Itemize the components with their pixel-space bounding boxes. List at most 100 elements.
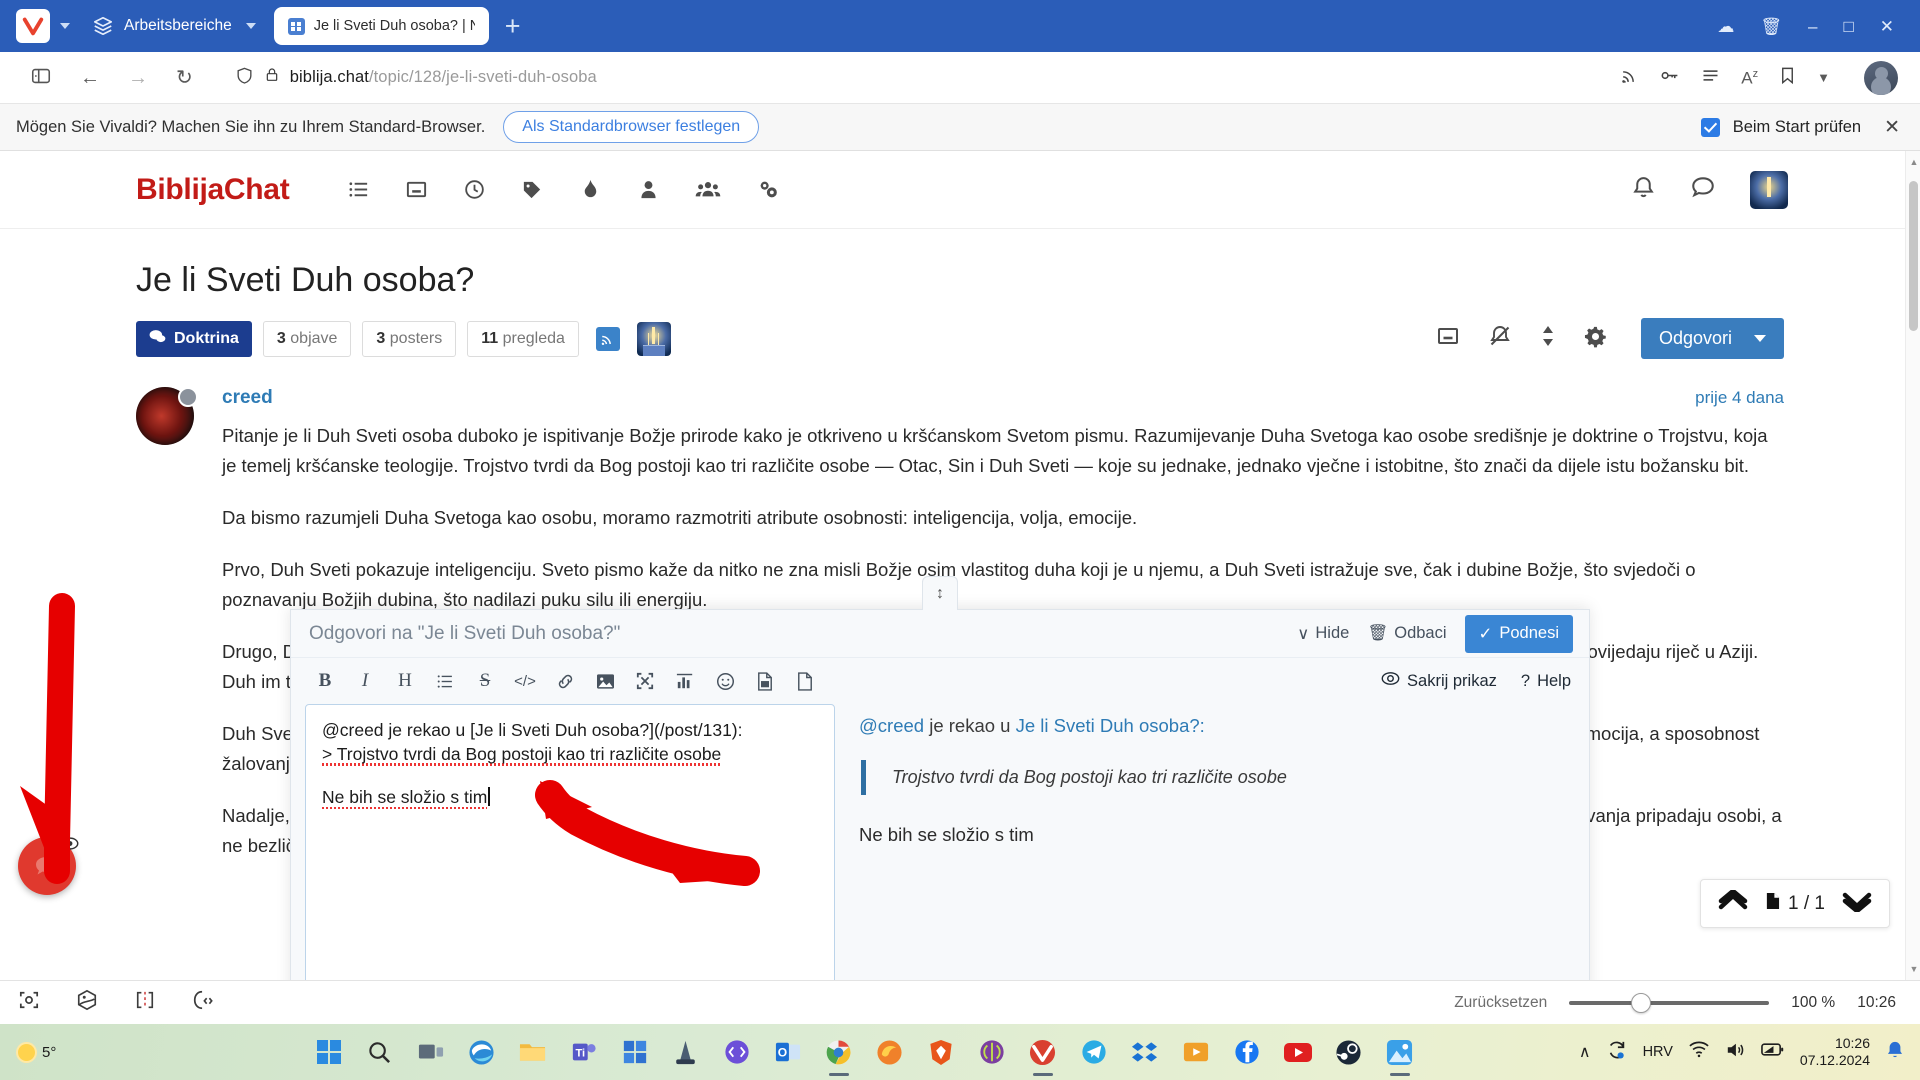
attach-image-icon[interactable] (745, 664, 785, 698)
nav-popular-flame-icon[interactable] (579, 178, 602, 201)
bookmark-icon[interactable] (1778, 66, 1797, 89)
toggle-preview-button[interactable]: Sakrij prikaz (1381, 671, 1497, 691)
back-button[interactable]: ← (80, 68, 100, 88)
translate-icon[interactable]: Az (1741, 68, 1758, 87)
code-icon[interactable]: </> (505, 664, 545, 698)
facebook-icon[interactable] (1230, 1035, 1264, 1069)
nav-user-icon[interactable] (637, 178, 660, 201)
nav-groups-icon[interactable] (695, 178, 721, 201)
notification-bell-icon[interactable] (1886, 1040, 1904, 1065)
trash-icon[interactable]: 🗑 (1760, 18, 1782, 35)
reply-button[interactable]: Odgovori (1640, 318, 1784, 359)
zoom-reset-button[interactable]: Zurücksetzen (1454, 994, 1547, 1012)
new-tab-button[interactable]: + (505, 12, 521, 40)
list-icon[interactable] (425, 664, 465, 698)
tiling-icon[interactable] (134, 990, 156, 1015)
toggle-panel-icon[interactable] (30, 65, 52, 91)
topic-bell-off-icon[interactable] (1488, 324, 1512, 353)
vlc-icon[interactable] (669, 1035, 703, 1069)
media-icon[interactable] (1179, 1035, 1213, 1069)
window-close-button[interactable]: ✕ (1880, 18, 1894, 35)
chat-bubble-icon[interactable] (1690, 174, 1716, 205)
vivaldi-icon[interactable] (1026, 1035, 1060, 1069)
bold-icon[interactable]: B (305, 664, 345, 698)
reply-dropdown-chevron-icon[interactable] (1754, 335, 1766, 342)
user-avatar[interactable] (1750, 170, 1788, 209)
topic-sort-icon[interactable] (1540, 324, 1556, 353)
vivaldi-menu-chevron-icon[interactable] (60, 23, 70, 29)
cloud-sync-icon[interactable]: ☁ (1717, 18, 1734, 35)
wifi-icon[interactable] (1689, 1041, 1709, 1063)
scrollbar-thumb[interactable] (1909, 181, 1918, 331)
floating-action-button[interactable] (18, 837, 79, 895)
infobar-close-button[interactable]: ✕ (1884, 116, 1900, 139)
post-author-avatar[interactable] (136, 387, 198, 445)
set-default-browser-button[interactable]: Als Standardbrowser festlegen (503, 111, 760, 143)
url-bar[interactable]: biblija.chat/topic/128/je-li-sveti-duh-o… (223, 61, 1608, 95)
devtools-icon[interactable] (192, 989, 214, 1016)
weather-widget[interactable]: 5° (0, 1043, 150, 1061)
panel-icon[interactable] (76, 989, 98, 1016)
composer-discard-button[interactable]: 🗑 Odbaci (1367, 624, 1446, 643)
topic-progress-count[interactable]: 1 / 1 (1765, 892, 1825, 916)
bookmark-dropdown-chevron-icon[interactable]: ▼ (1817, 71, 1830, 84)
capture-icon[interactable] (18, 990, 40, 1015)
url-text[interactable]: biblija.chat/topic/128/je-li-sveti-duh-o… (290, 68, 597, 87)
search-icon[interactable] (363, 1035, 397, 1069)
reader-view-icon[interactable] (1700, 65, 1721, 90)
shield-icon[interactable] (235, 66, 254, 90)
link-icon[interactable] (545, 664, 585, 698)
notifications-bell-icon[interactable] (1631, 175, 1656, 205)
workspaces-chevron-icon[interactable] (245, 23, 256, 29)
chevron-down-icon[interactable] (1841, 890, 1873, 917)
composer-hide-button[interactable]: ∨ Hide (1297, 624, 1349, 644)
edge-icon[interactable] (465, 1035, 499, 1069)
emoji-icon[interactable] (705, 664, 745, 698)
nav-tags-icon[interactable] (521, 178, 544, 201)
tray-chevron-up-icon[interactable]: ∧ (1579, 1042, 1591, 1062)
help-button[interactable]: ? Help (1521, 672, 1571, 691)
topic-gear-icon[interactable] (1584, 325, 1607, 353)
heading-icon[interactable]: H (385, 664, 425, 698)
nav-inbox-icon[interactable] (405, 178, 428, 201)
italic-icon[interactable]: I (345, 664, 385, 698)
dropbox-icon[interactable] (1128, 1035, 1162, 1069)
window-maximize-button[interactable]: □ (1843, 18, 1853, 35)
outlook-icon[interactable]: O (771, 1035, 805, 1069)
reload-button[interactable]: ↻ (176, 68, 193, 88)
profile-avatar[interactable] (1864, 60, 1898, 95)
preview-topic-link[interactable]: Je li Sveti Duh osoba?: (1016, 715, 1205, 736)
zoom-slider-knob[interactable] (1631, 992, 1652, 1013)
brave-icon[interactable] (924, 1035, 958, 1069)
steam-icon[interactable] (1332, 1035, 1366, 1069)
firefox-dev-icon[interactable] (720, 1035, 754, 1069)
nav-recent-clock-icon[interactable] (463, 178, 486, 201)
password-manager-icon[interactable] (1659, 65, 1680, 90)
file-explorer-icon[interactable] (516, 1035, 550, 1069)
telegram-icon[interactable] (1077, 1035, 1111, 1069)
composer-submit-button[interactable]: ✓ Podnesi (1464, 614, 1573, 653)
language-indicator[interactable]: HRV (1643, 1044, 1673, 1060)
rss-icon[interactable] (595, 326, 620, 351)
poll-icon[interactable] (665, 664, 705, 698)
forum-brand-logo[interactable]: BiblijaChat (136, 167, 303, 213)
teams-icon[interactable]: Ti (567, 1035, 601, 1069)
workspaces-button[interactable]: Arbeitsbereiche (92, 15, 256, 37)
composer-resize-handle[interactable]: ↕ (922, 576, 958, 610)
composer-textarea[interactable]: @creed je rekao u [Je li Sveti Duh osoba… (305, 704, 835, 980)
scroll-up-arrow-icon[interactable]: ▲ (1910, 157, 1919, 167)
image-icon[interactable] (585, 664, 625, 698)
firefox-icon[interactable] (873, 1035, 907, 1069)
zoom-slider[interactable] (1569, 992, 1770, 1013)
strikethrough-icon[interactable]: S (465, 664, 505, 698)
check-at-startup-checkbox[interactable] (1700, 117, 1720, 137)
photos-icon[interactable] (1383, 1035, 1417, 1069)
topic-inbox-icon[interactable] (1436, 324, 1460, 353)
browser-tab-active[interactable]: Je li Sveti Duh osoba? | Noc (273, 7, 489, 45)
rss-feed-icon[interactable] (1619, 66, 1639, 90)
task-view-icon[interactable] (414, 1035, 448, 1069)
youtube-icon[interactable] (1281, 1035, 1315, 1069)
post-date[interactable]: prije 4 dana (1695, 388, 1784, 408)
nav-categories-icon[interactable] (347, 178, 370, 201)
chrome-icon[interactable] (822, 1035, 856, 1069)
